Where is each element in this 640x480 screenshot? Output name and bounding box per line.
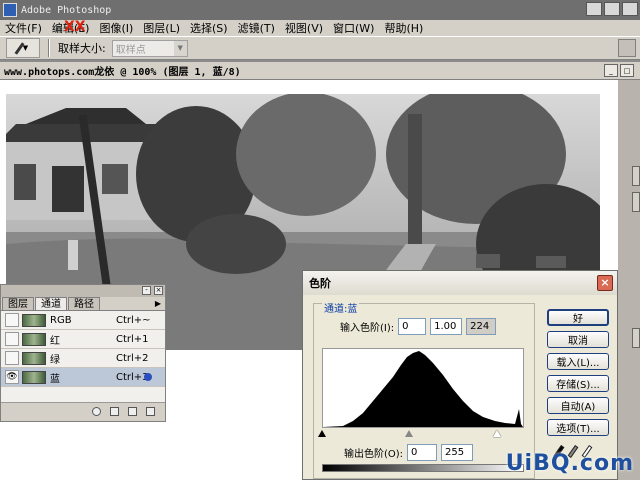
- input-white-field[interactable]: 224: [466, 318, 497, 335]
- eye-icon[interactable]: 👁: [5, 370, 19, 384]
- menu-view[interactable]: 视图(V): [280, 20, 328, 36]
- input-gamma-field[interactable]: 1.00: [430, 318, 463, 335]
- tab-paths[interactable]: 路径: [68, 297, 100, 310]
- watermark-text: XX: [64, 19, 86, 35]
- channel-shortcut: Ctrl+1: [116, 333, 149, 345]
- cancel-button[interactable]: 取消: [547, 331, 609, 348]
- palette-titlebar: - ×: [1, 285, 165, 297]
- histogram-graph: [323, 351, 523, 427]
- sample-size-label: 取样大小:: [58, 42, 106, 55]
- save-button[interactable]: 存储(S)...: [547, 375, 609, 392]
- palette-tabs: 图层 通道 路径 ▶: [1, 297, 165, 311]
- menu-select[interactable]: 选择(S): [185, 20, 233, 36]
- load-selection-icon[interactable]: [92, 406, 101, 416]
- channel-row-rgb[interactable]: RGB Ctrl+~: [1, 311, 165, 330]
- app-titlebar: Adobe Photoshop: [0, 0, 640, 20]
- panel-tab-button[interactable]: [632, 192, 640, 212]
- dialog-titlebar: 色阶 ×: [303, 271, 617, 295]
- channel-list: RGB Ctrl+~ 红 Ctrl+1 绿 Ctrl+2 👁 蓝 Ctrl+3: [1, 311, 165, 403]
- visibility-toggle[interactable]: [5, 313, 19, 327]
- panel-tab-button[interactable]: [632, 166, 640, 186]
- histogram: [322, 348, 524, 428]
- document-titlebar: www.photops.com龙依 @ 100% (图层 1, 蓝/8) _ □: [0, 62, 640, 80]
- close-icon[interactable]: ×: [597, 275, 613, 291]
- input-black-slider[interactable]: [318, 430, 326, 437]
- palette-close-button[interactable]: ×: [154, 286, 163, 295]
- channel-name: 蓝: [50, 373, 60, 385]
- menu-image[interactable]: 图像(I): [94, 20, 138, 36]
- load-button[interactable]: 载入(L)...: [547, 353, 609, 370]
- maximize-window-button[interactable]: [604, 2, 620, 16]
- channel-row-green[interactable]: 绿 Ctrl+2: [1, 349, 165, 368]
- menu-help[interactable]: 帮助(H): [379, 20, 428, 36]
- tab-channels[interactable]: 通道: [35, 297, 67, 310]
- channel-row-blue[interactable]: 👁 蓝 Ctrl+3: [1, 368, 165, 387]
- palette-bottom-bar: [1, 403, 165, 419]
- visibility-toggle[interactable]: [5, 351, 19, 365]
- levels-dialog: 色阶 × 通道:蓝 输入色阶(I): 0 1.00 224 输出色阶(O): 0…: [302, 270, 618, 480]
- menu-layer[interactable]: 图层(L): [138, 20, 185, 36]
- channel-shortcut: Ctrl+2: [116, 352, 149, 364]
- channel-select[interactable]: 通道:蓝: [322, 300, 360, 315]
- tool-options-bar: ▼ 取样大小: 取样点 ▼: [0, 36, 640, 60]
- channel-thumbnail: [22, 332, 46, 346]
- visibility-toggle[interactable]: [5, 332, 19, 346]
- channel-thumbnail: [22, 313, 46, 327]
- trash-icon[interactable]: [146, 406, 155, 416]
- palette-well[interactable]: [618, 39, 636, 57]
- tab-layers[interactable]: 图层: [2, 297, 34, 310]
- options-separator: [48, 39, 50, 57]
- channel-name: RGB: [50, 314, 72, 326]
- chevron-down-icon: ▼: [173, 40, 187, 56]
- auto-button[interactable]: 自动(A): [547, 397, 609, 414]
- save-selection-icon[interactable]: [110, 406, 119, 416]
- options-button[interactable]: 选项(T)...: [547, 419, 609, 436]
- channel-row-red[interactable]: 红 Ctrl+1: [1, 330, 165, 349]
- output-black-field[interactable]: 0: [407, 444, 438, 461]
- palette-menu-icon[interactable]: ▶: [155, 299, 161, 308]
- palette-minimize-button[interactable]: -: [142, 286, 151, 295]
- channel-shortcut: Ctrl+~: [116, 314, 151, 326]
- document-maximize-button[interactable]: □: [620, 64, 634, 77]
- document-window-controls: _ □: [604, 64, 634, 77]
- menu-window[interactable]: 窗口(W): [328, 20, 379, 36]
- input-white-slider[interactable]: [493, 430, 501, 437]
- panel-tab-button[interactable]: [632, 328, 640, 348]
- input-black-field[interactable]: 0: [398, 318, 427, 335]
- right-toolbar-strip: [618, 80, 640, 480]
- app-title: Adobe Photoshop: [21, 4, 112, 16]
- output-gradient-bar: [322, 464, 524, 472]
- sample-size-select[interactable]: 取样点 ▼: [111, 39, 188, 57]
- new-channel-icon[interactable]: [128, 406, 137, 416]
- window-controls: [586, 2, 638, 16]
- channel-name: 绿: [50, 354, 60, 366]
- sample-size-value: 取样点: [115, 44, 146, 56]
- close-window-button[interactable]: [622, 2, 638, 16]
- output-white-field[interactable]: 255: [441, 444, 474, 461]
- menu-filter[interactable]: 滤镜(T): [233, 20, 280, 36]
- levels-group: 通道:蓝 输入色阶(I): 0 1.00 224 输出色阶(O): 0 255: [313, 300, 535, 479]
- output-levels-row: 输出色阶(O): 0 255: [344, 444, 474, 461]
- menu-bar: 文件(F) 编辑(E) 图像(I) 图层(L) 选择(S) 滤镜(T) 视图(V…: [0, 20, 640, 36]
- document-title: www.photops.com龙依 @ 100% (图层 1, 蓝/8): [4, 67, 241, 78]
- input-sliders[interactable]: [318, 430, 524, 439]
- channel-name: 红: [50, 335, 60, 347]
- channels-palette: - × 图层 通道 路径 ▶ RGB Ctrl+~ 红 Ctrl+1 绿 Ctr…: [0, 284, 166, 422]
- output-levels-label: 输出色阶(O):: [344, 449, 404, 460]
- input-levels-row: 输入色阶(I): 0 1.00 224: [340, 318, 497, 335]
- site-logo: UiBQ.com: [505, 451, 634, 476]
- cursor-dot-icon: [144, 373, 152, 381]
- channel-thumbnail: [22, 370, 46, 384]
- menu-file[interactable]: 文件(F): [0, 20, 47, 36]
- channel-thumbnail: [22, 351, 46, 365]
- document-minimize-button[interactable]: _: [604, 64, 618, 77]
- input-gamma-slider[interactable]: [405, 430, 413, 437]
- input-levels-label: 输入色阶(I):: [340, 323, 395, 334]
- photoshop-app-icon: [3, 3, 17, 17]
- tool-preset-picker[interactable]: ▼: [6, 38, 40, 58]
- ok-button[interactable]: 好: [547, 309, 609, 326]
- minimize-window-button[interactable]: [586, 2, 602, 16]
- dialog-title: 色阶: [309, 277, 331, 290]
